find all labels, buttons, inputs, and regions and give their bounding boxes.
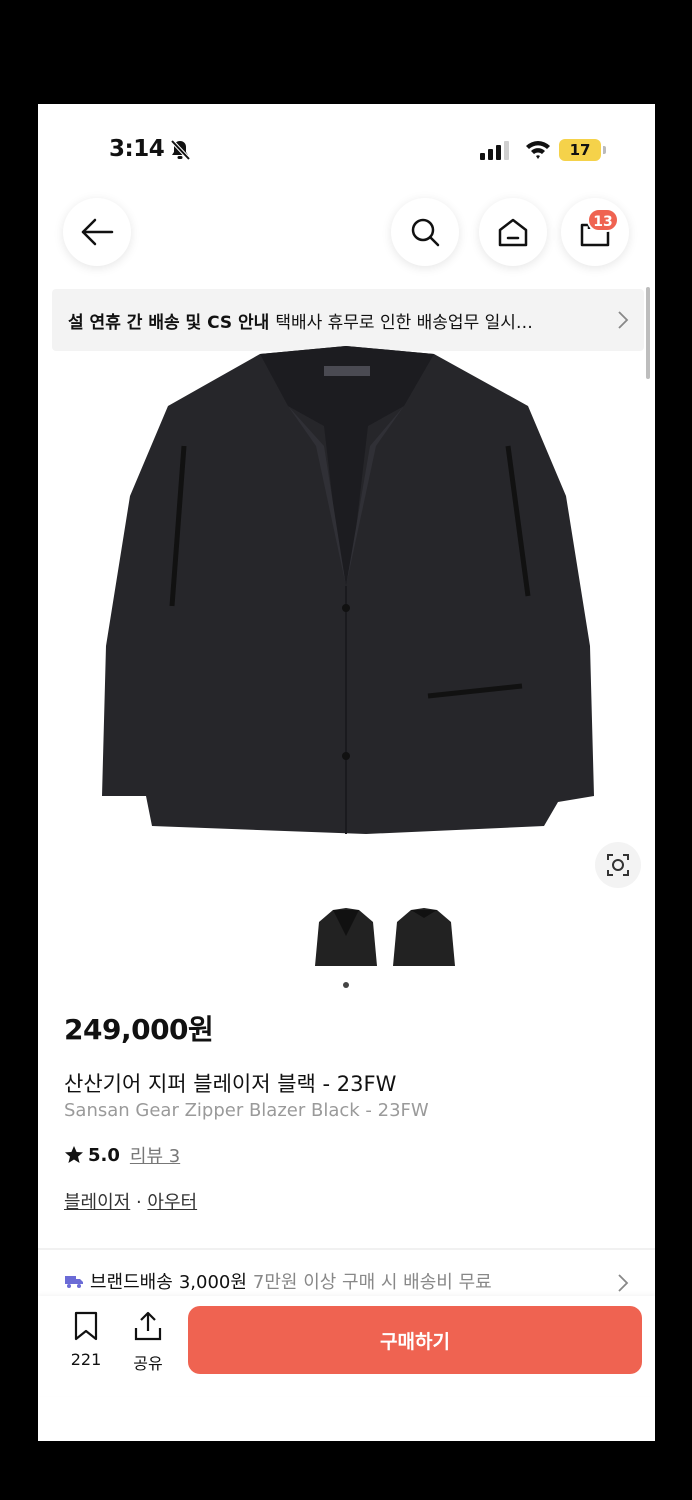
divider bbox=[38, 1248, 655, 1250]
bottom-action-bar: 221 공유 구매하기 bbox=[38, 1296, 655, 1396]
category-link-outer[interactable]: 아우터 bbox=[147, 1192, 197, 1213]
shipping-fee: 3,000원 bbox=[178, 1272, 247, 1293]
back-button[interactable] bbox=[63, 198, 131, 266]
category-link-blazer[interactable]: 블레이저 bbox=[64, 1192, 130, 1213]
product-name-english: Sansan Gear Zipper Blazer Black - 23FW bbox=[64, 1100, 429, 1121]
status-time: 3:14 bbox=[109, 136, 165, 162]
notice-title: 설 연휴 간 배송 및 CS 안내 bbox=[68, 312, 270, 333]
wifi-icon bbox=[526, 141, 550, 159]
app-screen: 3:14 17 13 설 연휴 간 배송 및 CS 안내 택배사 휴무로 인한 … bbox=[38, 104, 655, 1441]
image-pager-dot bbox=[343, 982, 349, 988]
back-arrow-icon bbox=[81, 218, 114, 246]
bell-slash-icon bbox=[170, 139, 191, 161]
review-link[interactable]: 리뷰 3 bbox=[130, 1142, 180, 1168]
lens-icon bbox=[607, 854, 629, 876]
rating-score: 5.0 bbox=[88, 1144, 120, 1166]
search-icon bbox=[411, 218, 440, 247]
chevron-right-icon bbox=[618, 1274, 629, 1292]
share-label: 공유 bbox=[133, 1354, 163, 1373]
buy-button[interactable]: 구매하기 bbox=[188, 1306, 642, 1374]
thumbnail-1[interactable] bbox=[313, 906, 379, 974]
status-bar: 3:14 17 bbox=[38, 104, 655, 184]
product-name-korean: 산산기어 지퍼 블레이저 블랙 - 23FW bbox=[64, 1072, 397, 1096]
thumbnail-2[interactable] bbox=[391, 906, 457, 974]
battery-indicator: 17 bbox=[559, 139, 606, 161]
bookmark-button[interactable]: 221 bbox=[64, 1310, 108, 1369]
truck-icon bbox=[65, 1276, 83, 1288]
share-icon bbox=[134, 1311, 162, 1341]
cart-count-badge: 13 bbox=[587, 208, 619, 232]
category-breadcrumb: 블레이저 · 아우터 bbox=[64, 1188, 197, 1214]
product-image[interactable] bbox=[88, 346, 608, 844]
notice-banner[interactable]: 설 연휴 간 배송 및 CS 안내 택배사 휴무로 인한 배송업무 일시… bbox=[52, 289, 644, 351]
share-button[interactable]: 공유 bbox=[126, 1310, 170, 1374]
bookmark-icon bbox=[74, 1311, 98, 1341]
image-search-button[interactable] bbox=[595, 842, 641, 888]
signal-icon bbox=[480, 141, 509, 160]
scrollbar[interactable] bbox=[646, 287, 650, 379]
star-icon bbox=[65, 1146, 83, 1163]
shipping-info[interactable]: 브랜드배송 3,000원 7만원 이상 구매 시 배송비 무료 bbox=[64, 1268, 492, 1294]
home-icon bbox=[498, 218, 528, 247]
bookmark-count: 221 bbox=[70, 1350, 102, 1369]
chevron-right-icon bbox=[618, 311, 629, 329]
home-button[interactable] bbox=[479, 198, 547, 266]
notice-text: 택배사 휴무로 인한 배송업무 일시… bbox=[275, 312, 533, 333]
shipping-label: 브랜드배송 bbox=[90, 1272, 173, 1293]
category-separator: · bbox=[130, 1192, 148, 1213]
search-button[interactable] bbox=[391, 198, 459, 266]
shipping-note: 7만원 이상 구매 시 배송비 무료 bbox=[252, 1272, 492, 1293]
product-rating: 5.0 리뷰 3 bbox=[64, 1142, 180, 1168]
product-price: 249,000원 bbox=[64, 1013, 214, 1046]
